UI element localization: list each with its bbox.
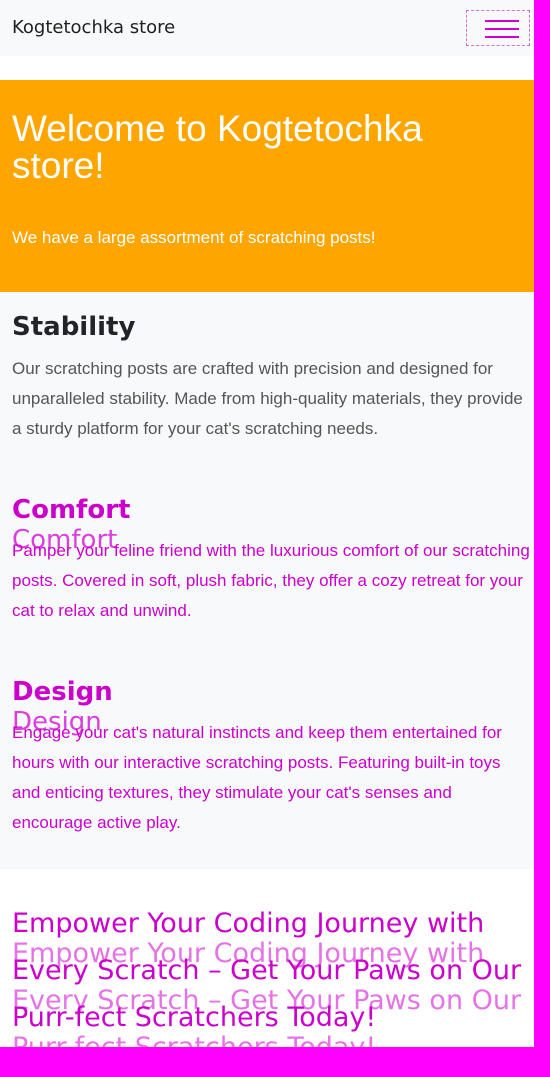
feature-text-comfort: Pamper your feline friend with the luxur… [12,541,530,620]
feature-title-design: Design [12,677,113,707]
navbar: Kogtetochka store [0,0,534,56]
hamburger-icon-bar [485,28,519,30]
hero-subtitle: We have a large assortment of scratching… [12,228,376,247]
brand-link[interactable]: Kogtetochka store [12,17,175,38]
glitch-border-right [534,0,550,1077]
hamburger-icon [485,20,519,22]
glitch-border-bottom [0,1047,550,1077]
features-section: Stability Our scratching posts are craft… [0,292,534,869]
feature-title-stability: Stability [12,312,136,342]
menu-toggle-button[interactable] [466,10,530,46]
hamburger-icon-bar [485,36,519,38]
feature-text-design: Engage your cat's natural instincts and … [12,723,502,832]
feature-text-stability: Our scratching posts are crafted with pr… [12,359,523,438]
hero-banner: Welcome to Kogtetochka store! We have a … [0,80,534,292]
cta-text: Empower Your Coding Journey with Every S… [12,908,522,1033]
hero-title: Welcome to Kogtetochka store! [12,108,423,186]
feature-title-comfort: Comfort [12,495,131,525]
